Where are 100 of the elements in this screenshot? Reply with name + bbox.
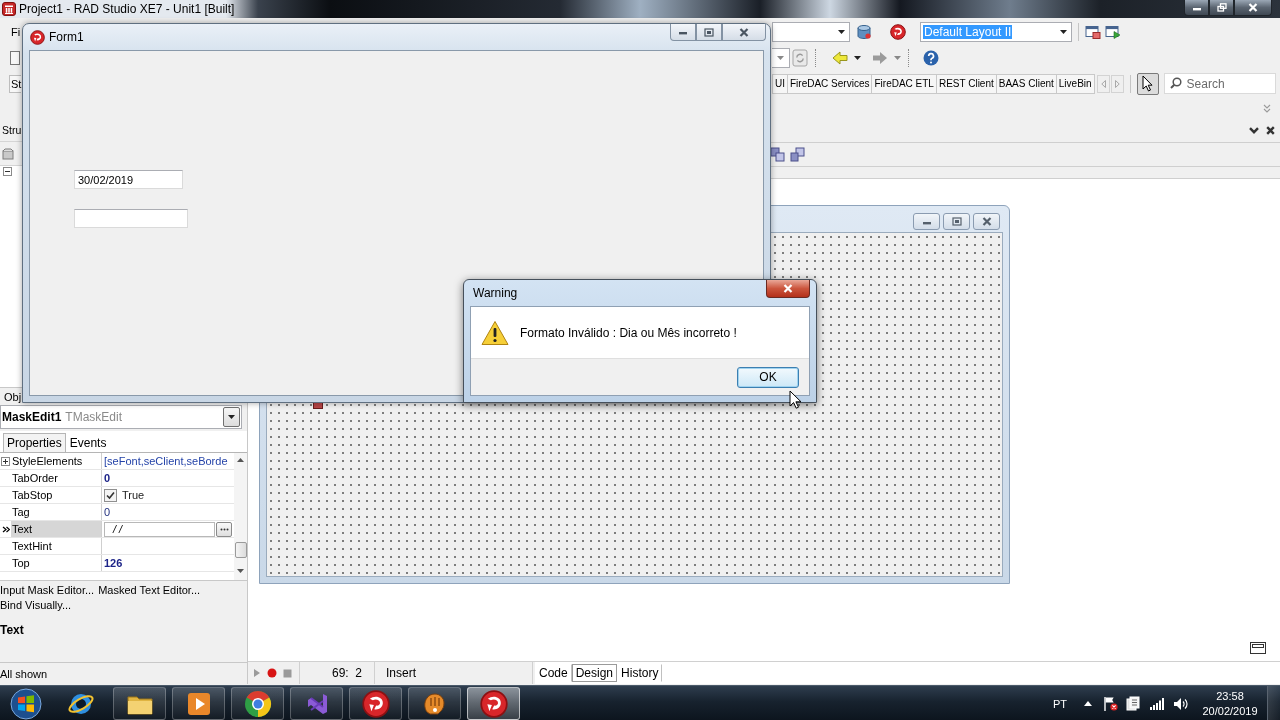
close-icon <box>783 284 793 293</box>
property-value: [seFont,seClient,seBorde <box>104 455 228 467</box>
close-icon <box>981 217 992 226</box>
view-tab[interactable]: Design <box>571 664 618 682</box>
property-name[interactable]: TabStop <box>11 487 102 503</box>
ellipsis-button[interactable] <box>216 521 232 537</box>
property-name[interactable]: Top <box>11 555 102 571</box>
palette-tab[interactable]: REST Client <box>936 73 997 94</box>
browser-icon <box>243 689 272 718</box>
view-tab[interactable]: History <box>617 664 663 682</box>
record-icon[interactable] <box>267 668 277 678</box>
property-name[interactable]: Text <box>11 521 102 537</box>
app-icon <box>2 2 16 16</box>
maximize-icon <box>951 217 962 226</box>
text-field[interactable]: / / <box>104 521 215 537</box>
panel-title: Stru <box>2 124 22 136</box>
link[interactable]: Bind Visually... <box>0 598 72 613</box>
logo-icon <box>479 689 508 718</box>
scroll-up-icon[interactable] <box>237 458 244 462</box>
minimize-button[interactable] <box>670 24 696 41</box>
flag-icon[interactable] <box>1103 696 1118 711</box>
overlap-squares-icon[interactable] <box>790 147 805 162</box>
palette-tab[interactable]: FireDAC ETL <box>872 73 937 94</box>
close-icon <box>739 27 749 37</box>
link[interactable]: Masked Text Editor... <box>98 583 201 598</box>
caret-up-icon[interactable] <box>1084 701 1092 706</box>
scroll-down-icon[interactable] <box>237 569 244 573</box>
database-icon[interactable] <box>856 23 872 40</box>
chevron-down-icon[interactable] <box>1249 127 1259 134</box>
cursor-icon <box>789 390 802 409</box>
restore-icon <box>1216 3 1227 12</box>
caret-icon <box>838 29 845 34</box>
palette-tab[interactable]: BAAS Client <box>996 73 1057 94</box>
panel-icon[interactable] <box>1250 642 1266 654</box>
dropdown-button[interactable] <box>223 407 240 427</box>
combo-box[interactable] <box>772 47 790 68</box>
close-icon[interactable] <box>1266 126 1275 135</box>
caret-icon[interactable] <box>854 55 861 60</box>
window-title: Form1 <box>49 30 84 44</box>
expander-icon[interactable] <box>1 456 10 466</box>
property-name[interactable]: TabOrder <box>11 470 102 486</box>
caret-icon <box>1060 29 1067 34</box>
panel-tab[interactable]: St <box>9 74 22 93</box>
document-icon[interactable] <box>1126 696 1140 711</box>
property-value: 0 <box>104 506 111 518</box>
window-icon[interactable] <box>1105 24 1121 39</box>
ok-button[interactable]: OK <box>737 366 799 388</box>
palette-tab[interactable]: UI <box>772 73 788 94</box>
close-button[interactable] <box>722 24 766 41</box>
link[interactable]: Input Mask Editor... <box>0 583 95 598</box>
text-field[interactable] <box>74 209 188 228</box>
signal-icon[interactable] <box>1150 697 1164 710</box>
taskbar-button[interactable] <box>408 687 461 720</box>
palette-tab[interactable]: FireDAC Services <box>788 73 873 94</box>
menu-item[interactable]: Fi <box>11 25 21 38</box>
taskbar-button[interactable] <box>467 687 520 720</box>
overlap-squares-icon[interactable] <box>770 147 785 162</box>
tab[interactable]: Events <box>65 433 111 452</box>
close-button[interactable] <box>766 280 810 298</box>
dialog-title: Warning <box>473 286 518 300</box>
taskbar-button[interactable] <box>172 687 225 720</box>
pointer-button[interactable] <box>1136 72 1159 95</box>
start-orb-icon <box>8 687 44 720</box>
show-desktop-button[interactable] <box>1267 686 1280 720</box>
taskbar-button[interactable] <box>349 687 402 720</box>
property-name[interactable]: Tag <box>11 504 102 520</box>
logo-icon[interactable] <box>890 23 906 40</box>
expander-icon[interactable] <box>3 167 12 176</box>
dialog-message: Formato Inválido : Dia ou Mês incorreto ! <box>520 325 737 340</box>
scrollbar-thumb[interactable] <box>234 542 247 558</box>
box-icon[interactable] <box>2 147 14 160</box>
text-field[interactable]: 30/02/2019 <box>74 170 183 189</box>
restore-button[interactable] <box>1209 0 1234 16</box>
maximize-button[interactable] <box>943 213 970 230</box>
tab[interactable]: Properties <box>3 433 66 452</box>
component-selector[interactable]: MaskEdit1 TMaskEdit <box>0 405 242 429</box>
maximize-icon <box>704 27 714 37</box>
close-icon <box>1248 3 1258 12</box>
checkbox[interactable] <box>104 488 117 502</box>
window-icon[interactable] <box>1085 24 1101 39</box>
speaker-icon[interactable] <box>1173 696 1188 711</box>
property-name[interactable]: StyleElements <box>11 453 102 469</box>
property-name[interactable]: TextHint <box>11 538 102 554</box>
property-value: 0 <box>104 472 111 484</box>
taskbar-button[interactable] <box>113 687 166 720</box>
search-field[interactable]: Search <box>1163 73 1276 94</box>
status-text: All shown <box>0 667 48 680</box>
help-title: Text <box>0 623 24 637</box>
maximize-button[interactable] <box>696 24 722 41</box>
language-indicator[interactable]: PT <box>1052 697 1067 710</box>
minimize-button[interactable] <box>1184 0 1209 16</box>
arrow-left-icon[interactable] <box>832 50 848 65</box>
palette-tab[interactable]: LiveBin <box>1056 73 1095 94</box>
view-tab[interactable]: Code <box>535 664 572 682</box>
close-button[interactable] <box>1234 0 1272 16</box>
square-icon <box>10 50 20 65</box>
help-icon[interactable] <box>923 49 939 66</box>
edit-mode: Insert <box>386 666 416 680</box>
caret-icon <box>777 55 784 60</box>
taskbar-button[interactable] <box>231 687 284 720</box>
